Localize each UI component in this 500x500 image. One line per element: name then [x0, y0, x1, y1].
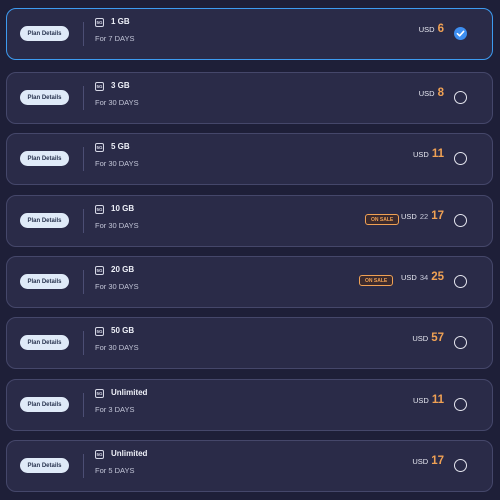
price: USD 22 17: [401, 210, 444, 222]
price-amount: 25: [431, 271, 444, 283]
plan-card[interactable]: Plan Details 5G 50 GB For 30 DAYS USD 57: [6, 317, 493, 369]
plan-duration: For 30 DAYS: [95, 343, 139, 352]
divider: [83, 393, 84, 417]
original-price: 34: [419, 273, 429, 282]
data-amount: Unlimited: [111, 449, 148, 458]
plan-duration: For 30 DAYS: [95, 221, 139, 230]
divider: [83, 147, 84, 171]
plan-details-button[interactable]: Plan Details: [20, 151, 69, 166]
plan-card[interactable]: Plan Details 5G Unlimited For 3 DAYS USD…: [6, 379, 493, 431]
plan-details-button[interactable]: Plan Details: [20, 274, 69, 289]
radio-empty-icon[interactable]: [454, 398, 467, 411]
plan-card[interactable]: Plan Details 5G 5 GB For 30 DAYS USD 11: [6, 133, 493, 185]
price: USD 11: [413, 394, 444, 406]
divider: [83, 22, 84, 46]
radio-empty-icon[interactable]: [454, 152, 467, 165]
5g-icon: 5G: [95, 327, 104, 336]
plan-duration: For 7 DAYS: [95, 34, 135, 43]
plan-duration: For 30 DAYS: [95, 282, 139, 291]
currency: USD: [412, 150, 429, 159]
radio-empty-icon[interactable]: [454, 459, 467, 472]
price-amount: 17: [431, 455, 444, 467]
price: USD 6: [419, 23, 444, 35]
currency: USD: [412, 396, 429, 405]
price-amount: 11: [431, 148, 444, 160]
currency: USD: [418, 89, 435, 98]
divider: [83, 331, 84, 355]
5g-icon: 5G: [95, 450, 104, 459]
currency: USD: [401, 273, 417, 282]
data-amount: 1 GB: [111, 17, 130, 26]
price: USD 8: [419, 87, 444, 99]
plan-details-button[interactable]: Plan Details: [20, 90, 69, 105]
data-amount: 10 GB: [111, 204, 135, 213]
plan-details-button[interactable]: Plan Details: [20, 335, 69, 350]
currency: USD: [412, 334, 429, 343]
divider: [83, 454, 84, 478]
data-amount: 5 GB: [111, 142, 130, 151]
price-amount: 11: [431, 394, 444, 406]
5g-icon: 5G: [95, 205, 104, 214]
checkmark-circle-icon[interactable]: [454, 27, 467, 40]
price-amount: 17: [431, 210, 444, 222]
price-amount: 8: [437, 87, 444, 99]
plan-details-button[interactable]: Plan Details: [20, 397, 69, 412]
plan-duration: For 30 DAYS: [95, 159, 139, 168]
on-sale-badge: ON SALE: [359, 275, 394, 286]
price: USD 17: [412, 455, 444, 467]
plan-details-button[interactable]: Plan Details: [20, 26, 69, 41]
divider: [83, 209, 84, 233]
data-amount: 20 GB: [111, 265, 135, 274]
plan-details-button[interactable]: Plan Details: [20, 213, 69, 228]
divider: [83, 86, 84, 110]
plan-list: Plan Details 5G 1 GB For 7 DAYS USD 6 Pl…: [0, 0, 500, 500]
price: USD 57: [412, 332, 444, 344]
5g-icon: 5G: [95, 143, 104, 152]
plan-duration: For 3 DAYS: [95, 405, 135, 414]
original-price: 22: [419, 212, 429, 221]
5g-icon: 5G: [95, 389, 104, 398]
plan-card[interactable]: Plan Details 5G 20 GB For 30 DAYS USD 34…: [6, 256, 493, 308]
plan-duration: For 30 DAYS: [95, 98, 139, 107]
radio-empty-icon[interactable]: [454, 214, 467, 227]
price-amount: 6: [437, 23, 444, 35]
5g-icon: 5G: [95, 266, 104, 275]
data-amount: 50 GB: [111, 326, 135, 335]
5g-icon: 5G: [95, 18, 104, 27]
plan-card[interactable]: Plan Details 5G Unlimited For 5 DAYS USD…: [6, 440, 493, 492]
data-amount: Unlimited: [111, 388, 148, 397]
radio-empty-icon[interactable]: [454, 275, 467, 288]
plan-card[interactable]: Plan Details 5G 1 GB For 7 DAYS USD 6: [6, 8, 493, 60]
divider: [83, 270, 84, 294]
plan-card[interactable]: Plan Details 5G 3 GB For 30 DAYS USD 8: [6, 72, 493, 124]
currency: USD: [401, 212, 417, 221]
5g-icon: 5G: [95, 82, 104, 91]
plan-card[interactable]: Plan Details 5G 10 GB For 30 DAYS USD 22…: [6, 195, 493, 247]
currency: USD: [418, 25, 435, 34]
plan-details-button[interactable]: Plan Details: [20, 458, 69, 473]
data-amount: 3 GB: [111, 81, 130, 90]
plan-duration: For 5 DAYS: [95, 466, 135, 475]
radio-empty-icon[interactable]: [454, 91, 467, 104]
price-amount: 57: [431, 332, 444, 344]
radio-empty-icon[interactable]: [454, 336, 467, 349]
currency: USD: [412, 457, 429, 466]
price: USD 34 25: [401, 271, 444, 283]
price: USD 11: [413, 148, 444, 160]
on-sale-badge: ON SALE: [365, 214, 400, 225]
